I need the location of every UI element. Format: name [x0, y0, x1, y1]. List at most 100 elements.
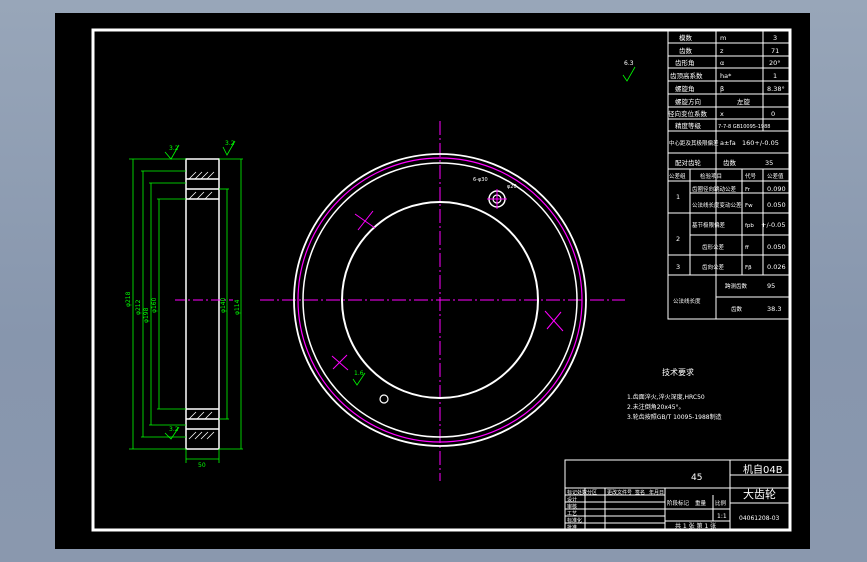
span-value: 38.3	[767, 305, 781, 313]
stage-label: 阶段标记	[667, 499, 690, 507]
material: 45	[691, 473, 702, 483]
span-sub: 齿数	[731, 305, 743, 313]
param-value: 160+/-0.05	[742, 139, 779, 147]
inspect-item: 齿圈径向跳动公差	[692, 185, 737, 193]
tb-header: 更改文件号	[607, 489, 632, 496]
inspect-header: 代号	[745, 172, 757, 180]
dim-text: φ160	[151, 297, 158, 313]
param-name: 配对齿轮	[675, 158, 702, 167]
param-name: 齿数	[679, 46, 693, 55]
param-name: 模数	[679, 33, 693, 42]
param-value: 左旋	[737, 97, 751, 106]
tb-header: 签名	[635, 489, 645, 496]
inspect-group: 3	[676, 263, 680, 271]
inspect-item: 基节极限偏差	[692, 221, 726, 229]
tb-header: 处数	[577, 489, 587, 496]
param-symbol: ha*	[720, 72, 732, 80]
inspect-code: fpb	[745, 223, 754, 229]
param-name: 螺旋方向	[675, 97, 701, 106]
param-value: 35	[765, 159, 773, 167]
param-value: 0	[771, 110, 775, 118]
tb-header: 年月日	[649, 489, 664, 496]
param-value: 20°	[769, 59, 781, 67]
inspect-item: 公法线长度变动公差	[692, 201, 742, 209]
gear-front-view: 6-φ30 φ20 6.3 1.6	[260, 60, 634, 481]
inspect-item: 齿向公差	[702, 263, 725, 271]
gear-drawing: φ218 φ212 φ198 φ160 φ140 φ114 50 3.2 3.2…	[91, 28, 792, 532]
small-hole	[379, 394, 389, 404]
param-symbol: β	[720, 85, 724, 93]
param-name: 精度等级	[675, 121, 702, 130]
param-name: 齿形角	[675, 58, 695, 67]
param-name: 齿顶高系数	[670, 71, 703, 80]
scale-label: 比例	[715, 499, 727, 507]
param-symbol: x	[720, 110, 724, 118]
parameter-table-text: 模数 m 3 齿数 z 71 齿形角 α 20° 齿顶高系数 ha* 1 螺旋角…	[668, 33, 786, 313]
param-name: 径向变位系数	[668, 109, 708, 118]
tb-role: 审核	[567, 503, 577, 510]
inspect-header: 公差值	[767, 172, 784, 180]
inspect-value: 0.050	[767, 201, 786, 209]
inspect-item: 齿形公差	[702, 243, 725, 251]
section-view	[185, 158, 220, 450]
gear-section-outline	[185, 158, 220, 450]
inspect-code: Fr	[745, 187, 751, 193]
dim-text: φ198	[143, 307, 150, 323]
tb-header: 分区	[587, 489, 597, 496]
param-name: 螺旋角	[675, 84, 695, 93]
inspect-value: +/-0.05	[761, 221, 785, 229]
param-value: 7-7-8 GB10095-1988	[718, 124, 770, 130]
dim-text: φ114	[234, 299, 241, 315]
section-hatch-bottom	[188, 411, 215, 440]
param-value: 3	[773, 34, 777, 42]
inspect-group: 1	[676, 193, 680, 201]
roughness-text: 6.3	[624, 60, 634, 67]
inspect-value: 0.090	[767, 185, 786, 193]
param-symbol: m	[720, 34, 726, 42]
tb-role: 工艺	[567, 511, 577, 517]
hole-label: 6-φ30	[473, 177, 488, 183]
section-hatch-top	[188, 171, 215, 200]
inspect-group: 2	[676, 235, 680, 243]
tb-role: 批准	[567, 524, 577, 531]
tech-item: 3.轮齿按照GB/T 10095-1988制造	[627, 413, 722, 421]
param-value: 8.38°	[767, 85, 785, 93]
tech-title: 技术要求	[662, 367, 694, 377]
param-value: 1	[773, 72, 777, 80]
span-sub: 跨测齿数	[725, 282, 748, 290]
sheet-info: 共 1 张 第 1 张	[675, 522, 716, 530]
inspect-header: 检验项目	[700, 172, 722, 180]
dim-text: φ218	[125, 291, 132, 307]
inspect-code: ff	[745, 245, 749, 251]
tech-item: 1.齿面淬火,淬火深度,HRC50	[627, 393, 705, 401]
school-name: 机自04B	[743, 463, 783, 476]
drawing-number: 04061208-03	[739, 515, 780, 522]
param-symbol: a±fa	[720, 139, 736, 147]
stage-label: 重量	[695, 499, 707, 507]
inspect-header: 公差组	[669, 172, 686, 180]
dim-text: 50	[198, 462, 206, 469]
param-name: 中心距及其极限偏差	[669, 139, 719, 147]
inspect-value: 0.050	[767, 243, 786, 251]
dim-text: φ212	[135, 299, 142, 315]
tech-item: 2.未注倒角20x45°。	[627, 403, 685, 411]
dim-text: φ140	[220, 297, 227, 313]
scale-value: 1:1	[717, 513, 727, 520]
inspect-code: Fw	[745, 203, 753, 209]
roughness-text: 1.6	[354, 370, 364, 377]
tb-role: 标准化	[567, 517, 582, 524]
inspect-code: Fβ	[745, 265, 752, 271]
span-value: 95	[767, 282, 775, 290]
param-symbol: 齿数	[723, 158, 737, 167]
part-name: 大齿轮	[743, 487, 776, 501]
span-name: 公法线长度	[673, 297, 701, 305]
roughness-symbols	[164, 66, 636, 440]
param-symbol: α	[720, 59, 724, 67]
drawing-canvas[interactable]: φ218 φ212 φ198 φ160 φ140 φ114 50 3.2 3.2…	[55, 13, 810, 549]
tech-requirements: 技术要求 1.齿面淬火,淬火深度,HRC50 2.未注倒角20x45°。 3.轮…	[627, 367, 722, 421]
tb-header: 标记	[567, 489, 577, 496]
param-value: 71	[771, 47, 779, 55]
param-symbol: z	[720, 47, 724, 55]
inspect-value: 0.026	[767, 263, 786, 271]
hole-label: φ20	[507, 184, 517, 190]
